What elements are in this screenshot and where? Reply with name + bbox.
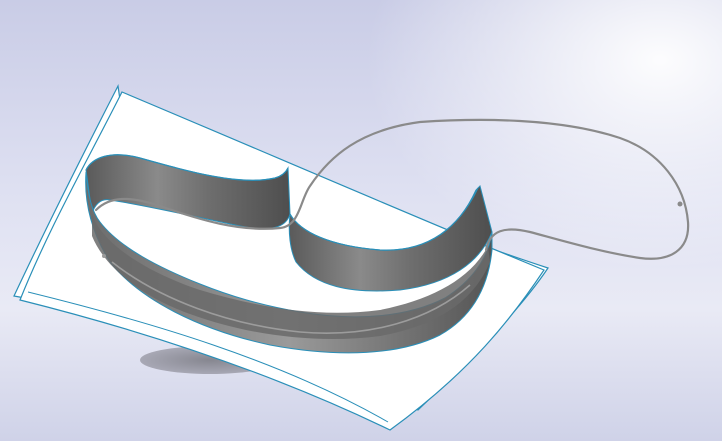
graphics-viewport[interactable] xyxy=(0,0,722,441)
curve-point-marker[interactable] xyxy=(102,254,106,258)
model-scene[interactable] xyxy=(0,0,722,441)
curve-point-marker[interactable] xyxy=(677,201,683,207)
